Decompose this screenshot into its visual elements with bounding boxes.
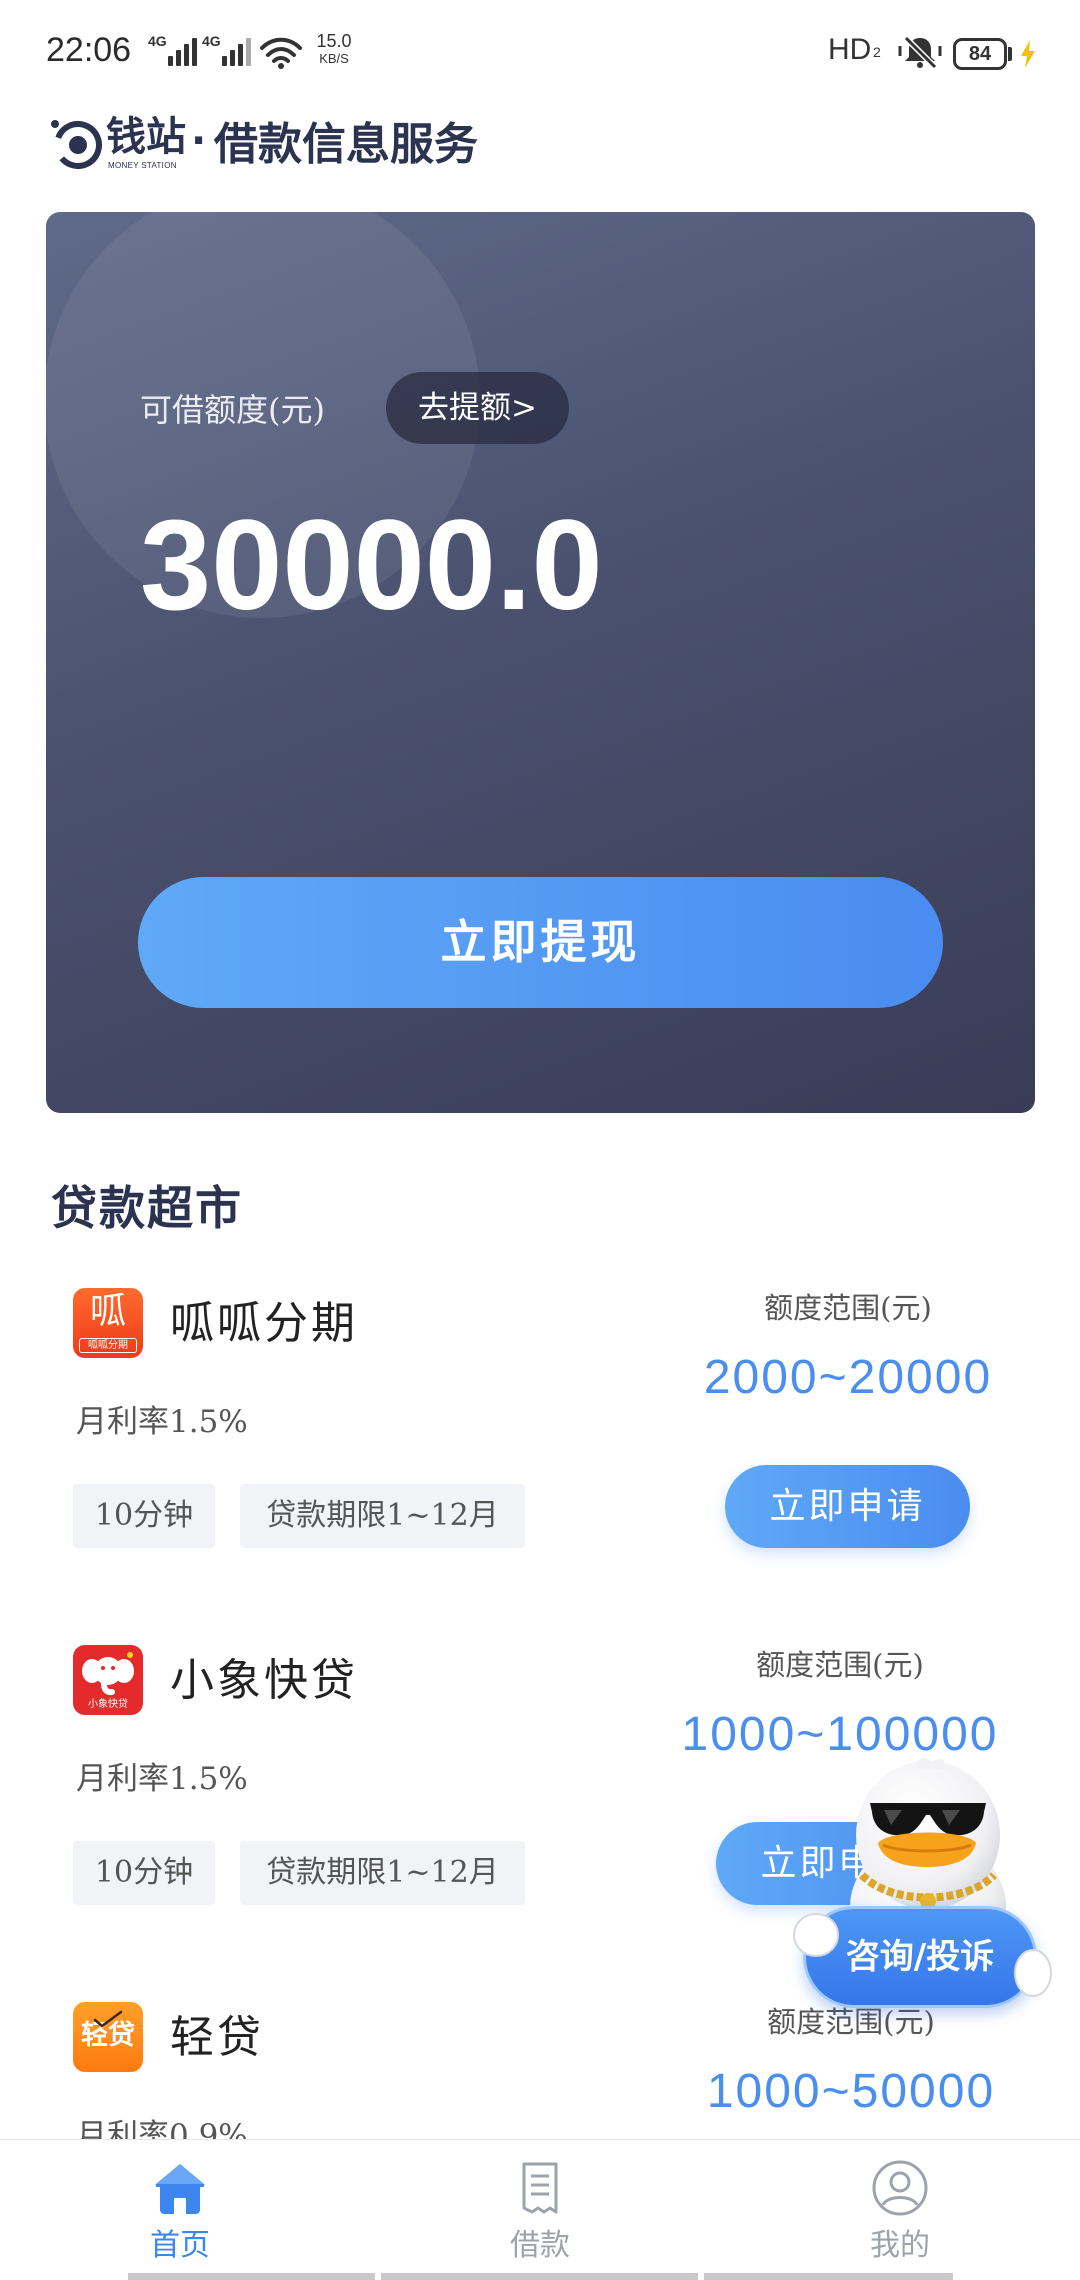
signal-bar <box>184 44 189 66</box>
credit-limit-label: 可借额度(元) <box>140 391 325 429</box>
nav-label-mine: 我的 <box>870 2228 930 2263</box>
guagua-logo-glyph: 呱 <box>89 1291 126 1332</box>
signal-icon: 4G <box>148 34 198 70</box>
nav-indicator-bar <box>704 2273 953 2280</box>
hd-indicator: HD <box>828 33 872 66</box>
logo-text: 钱站 <box>106 114 186 160</box>
signal-type-label: 4G <box>202 33 221 49</box>
nav-item-loan[interactable]: 借款 <box>360 2140 720 2280</box>
qingdai-logo: 轻贷 <box>73 2002 143 2072</box>
network-speed-value: 15.0 <box>316 31 352 51</box>
logo-subtext: MONEY STATION <box>108 161 177 170</box>
credit-limit-amount: 30000.0 <box>140 494 603 637</box>
xiaoxiang-logo: 小象快贷 <box>73 1645 143 1715</box>
receipt-icon <box>522 2162 558 2214</box>
battery-nub <box>1008 47 1012 61</box>
nav-item-home[interactable]: 首页 <box>0 2140 360 2280</box>
credit-limit-card: 可借额度(元) 去提额> 30000.0 立即提现 <box>46 212 1035 1113</box>
app-screen: 22:06 4G 4G 15.0 KB/S HD 2 84 钱站 MONEY S… <box>0 0 1080 2280</box>
signal-bar <box>246 38 251 66</box>
product-tag: 10分钟 <box>73 1841 215 1905</box>
signal-bar <box>192 38 197 66</box>
withdraw-button[interactable]: 立即提现 <box>138 877 943 1008</box>
raise-limit-button[interactable]: 去提额> <box>386 372 569 444</box>
money-station-logo-icon <box>51 120 102 169</box>
charging-icon <box>1021 40 1035 68</box>
product-tag: 贷款期限1~12月 <box>240 1841 525 1905</box>
signal-icon: 4G <box>202 34 252 70</box>
section-title: 贷款超市 <box>51 1181 243 1235</box>
consult-complaint-button[interactable]: 咨询/投诉 <box>803 1906 1037 2008</box>
nav-label-home: 首页 <box>150 2228 210 2263</box>
product-name: 小象快贷 <box>170 1655 358 1706</box>
product-tag: 10分钟 <box>73 1484 215 1548</box>
nav-indicator-bar <box>381 2273 698 2280</box>
home-icon <box>155 2164 205 2214</box>
signal-bar <box>238 44 243 66</box>
header-separator: · <box>191 118 207 164</box>
amount-range-value: 2000~20000 <box>703 1351 993 1404</box>
help-float-widget[interactable]: 咨询/投诉 <box>790 1755 1055 2015</box>
xiaoxiang-logo-caption: 小象快贷 <box>88 1699 128 1710</box>
network-speed: 15.0 KB/S <box>312 31 356 67</box>
amount-range-value: 1000~50000 <box>706 2065 996 2118</box>
elephant-icon <box>82 1652 134 1696</box>
bottom-nav: 首页 借款 我的 <box>0 2139 1080 2280</box>
product-tag: 贷款期限1~12月 <box>240 1484 525 1548</box>
signal-bar <box>176 50 181 66</box>
signal-type-label: 4G <box>148 33 167 49</box>
product-name: 轻贷 <box>170 2012 264 2063</box>
signal-bar <box>222 56 227 66</box>
signal-bar <box>168 56 173 66</box>
hd-sim-indicator: 2 <box>873 44 881 60</box>
page-title: 借款信息服务 <box>214 119 478 170</box>
nav-indicator-bar <box>128 2273 375 2280</box>
product-name: 呱呱分期 <box>170 1298 358 1349</box>
product-monthly-rate: 月利率1.5% <box>76 1761 248 1797</box>
guagua-logo: 呱 呱呱分期 <box>73 1288 143 1358</box>
product-monthly-rate: 月利率1.5% <box>76 1404 248 1440</box>
product-card[interactable]: 呱 呱呱分期 呱呱分期 月利率1.5% 10分钟 贷款期限1~12月 额度范围(… <box>0 1288 1080 1645</box>
signal-bar <box>230 50 235 66</box>
amount-range-label: 额度范围(元) <box>756 1648 924 1682</box>
nav-item-mine[interactable]: 我的 <box>720 2140 1080 2280</box>
network-speed-unit: KB/S <box>319 51 349 66</box>
guagua-logo-caption: 呱呱分期 <box>79 1338 137 1353</box>
apply-button[interactable]: 立即申请 <box>725 1465 970 1548</box>
user-icon <box>872 2160 928 2216</box>
wifi-icon <box>260 37 302 69</box>
status-time: 22:06 <box>46 31 132 69</box>
check-icon <box>93 2010 123 2028</box>
battery-icon: 84 <box>953 38 1007 70</box>
app-header: 钱站 MONEY STATION · 借款信息服务 <box>0 100 1080 200</box>
nav-label-loan: 借款 <box>510 2228 570 2263</box>
mute-icon <box>898 35 942 70</box>
amount-range-label: 额度范围(元) <box>764 1291 932 1325</box>
status-bar: 22:06 4G 4G 15.0 KB/S HD 2 84 <box>0 0 1080 100</box>
